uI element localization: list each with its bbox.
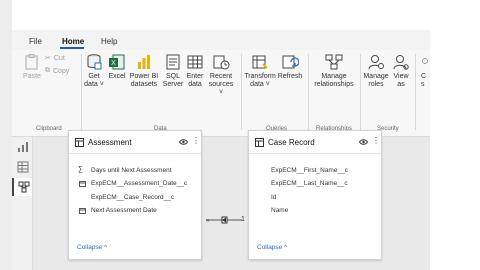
excel-label: Excel [108,73,126,80]
truncated-ribbon-button[interactable]: C s [421,53,430,89]
more-options-icon[interactable]: ⋮ [192,136,200,145]
table-title: Case Record [268,138,315,147]
cut-button[interactable]: ✂ Cut [45,54,65,63]
excel-button[interactable]: X Excel [108,53,126,81]
right-frame [430,0,480,270]
truncated-label-line1: C [421,73,427,80]
roles-icon [368,55,384,70]
table-title: Assessment [88,138,132,147]
eye-icon[interactable] [359,139,368,145]
table-icon [255,138,264,147]
sigma-icon: ∑ [78,166,83,173]
recent-sources-icon [213,55,230,70]
manage-roles-button[interactable]: Manage roles [363,53,389,89]
chevron-up-icon: ^ [284,244,288,251]
view-as-button[interactable]: View as [391,53,411,89]
powerbi-datasets-label: Power BI datasets [129,73,159,88]
view-as-label: View as [393,73,409,88]
more-options-icon[interactable]: ⋮ [372,136,380,145]
chevron-up-icon: ^ [104,244,108,251]
paste-label: Paste [23,73,41,80]
model-view-icon [18,181,30,193]
model-view-tab[interactable] [12,178,32,196]
case-record-table-card[interactable]: Case Record ⋮ ExpECM__First_Name__c ExpE… [248,130,382,260]
divider [415,54,416,130]
view-as-icon [393,55,409,70]
copy-label: Copy [53,67,70,75]
clipboard-group-label: Clipboard [36,126,62,132]
relationships-icon [325,54,343,70]
field-item[interactable]: ExpECM__Case_Record__c [91,194,174,201]
enter-data-button[interactable]: Enter data [186,53,204,89]
field-item[interactable]: Days until Next Assessment [91,167,172,174]
table-icon [187,55,203,69]
card-header: Assessment ⋮ [69,131,201,154]
manage-relationships-label: Manage relationships [314,73,354,88]
collapse-label: Collapse [77,244,103,251]
copy-icon: ⧉ [45,67,50,74]
field-item[interactable]: ExpECM__Last_Name__c [271,180,348,187]
transform-data-label: Transform data ˅ [244,73,276,88]
svg-text:X: X [111,60,116,67]
table-icon [75,138,84,147]
transform-icon [252,55,268,69]
database-icon [87,54,102,70]
get-data-label: Get data ˅ [84,73,104,88]
recent-sources-label: Recent sources ˅ [208,73,234,96]
sql-icon [166,54,180,70]
card-header: Case Record ⋮ [249,131,381,154]
excel-icon: X [109,54,125,70]
divider [81,54,82,130]
field-item[interactable]: Id [271,194,276,201]
manage-roles-label: Manage roles [363,73,389,88]
data-view-icon[interactable] [17,161,29,173]
field-item[interactable]: ExpECM__First_Name__c [271,167,348,174]
divider [241,54,242,130]
left-frame [0,0,12,270]
collapse-button[interactable]: Collapse ^ [257,244,287,251]
powerbi-datasets-button[interactable]: Power BI datasets [129,53,159,89]
copy-button[interactable]: ⧉ Copy [45,67,69,75]
calendar-icon [79,181,86,187]
get-data-button[interactable]: Get data ˅ [84,53,104,89]
divider [308,54,309,130]
field-item[interactable]: Name [271,207,288,214]
sql-server-button[interactable]: SQL Server [162,53,184,89]
paste-icon [25,54,38,70]
recent-sources-button[interactable]: Recent sources ˅ [206,53,236,97]
collapse-button[interactable]: Collapse ^ [77,244,107,251]
paste-button[interactable]: Paste [23,53,41,81]
transform-data-button[interactable]: Transform data ˅ [244,53,276,89]
field-item[interactable]: ExpECM__Assessment_Date__c [91,180,187,187]
many-marker: * [207,219,210,226]
assessment-table-card[interactable]: Assessment ⋮ ∑ Days until Next Assessmen… [68,130,202,260]
sql-server-label: SQL Server [162,73,184,88]
eye-icon[interactable] [179,139,188,145]
tab-home[interactable]: Home [62,37,84,46]
dataset-icon [138,55,150,69]
calendar-icon [79,208,86,214]
manage-relationships-button[interactable]: Manage relationships [312,53,356,89]
ribbon: Paste ✂ Cut ⧉ Copy Clipboard Get data ˅ … [12,50,430,137]
refresh-label: Refresh [277,73,303,80]
refresh-icon [282,55,299,69]
menu-bar: File Home Help [12,30,430,50]
tab-help[interactable]: Help [101,37,117,46]
one-marker: 1 [241,216,245,223]
partial-icon [422,58,428,64]
field-item[interactable]: Next Assessment Date [91,207,157,214]
powerbi-window: File Home Help Paste ✂ Cut ⧉ Copy Clipbo… [12,30,430,270]
tab-file[interactable]: File [29,37,42,46]
scissors-icon: ✂ [45,55,51,62]
divider [360,54,361,130]
view-switcher [12,137,33,270]
collapse-label: Collapse [257,244,283,251]
refresh-button[interactable]: Refresh [278,53,302,81]
truncated-label-line2: s [421,81,425,88]
active-tab-indicator [60,47,84,49]
report-view-icon[interactable] [17,141,29,153]
cut-label: Cut [53,54,65,62]
enter-data-label: Enter data [186,73,204,88]
